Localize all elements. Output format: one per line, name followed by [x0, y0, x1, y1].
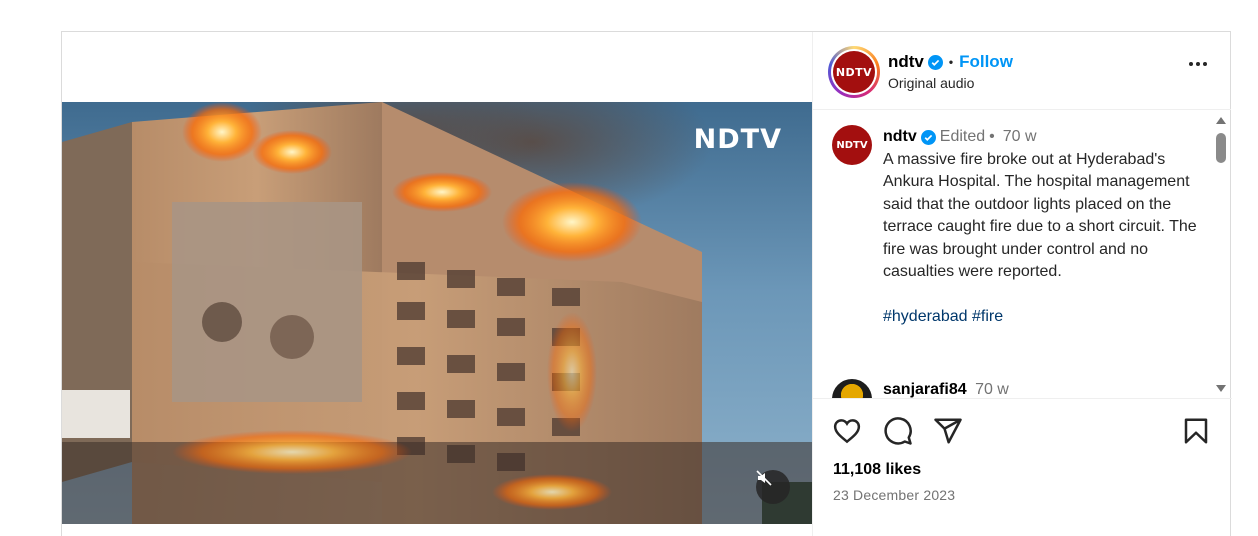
comment-age: 70 w [975, 381, 1009, 398]
caption-meta-row: ndtv Edited • 70 w [883, 126, 1213, 149]
commenter-avatar[interactable] [832, 379, 872, 398]
caption-logo-text: NDTV [836, 139, 868, 151]
scroll-thumb[interactable] [1216, 133, 1226, 163]
video-player[interactable]: NDTV [62, 102, 812, 524]
header-separator: • [948, 55, 954, 69]
post-header: NDTV ndtv • Follow Original audio [813, 32, 1231, 110]
fire-scene [62, 102, 812, 524]
logo-text: NDTV [835, 65, 873, 79]
ndtv-watermark: NDTV [693, 124, 782, 155]
media-column: NDTV [62, 32, 812, 536]
header-title-row: ndtv • Follow [888, 52, 1013, 72]
hashtag-link[interactable]: #fire [972, 308, 1003, 325]
comment-username[interactable]: sanjarafi84 [883, 381, 967, 398]
comment-icon[interactable] [883, 416, 913, 446]
action-bar: 11,108 likes 23 December 2023 [813, 398, 1232, 536]
caption: ndtv Edited • 70 w A massive fire broke … [883, 126, 1213, 328]
likes-count[interactable]: 11,108 likes [833, 461, 921, 479]
caption-separator: • [989, 128, 995, 145]
share-icon[interactable] [933, 416, 963, 446]
muted-speaker-icon[interactable] [756, 470, 790, 504]
audio-label[interactable]: Original audio [888, 75, 974, 91]
verified-badge-icon [927, 54, 943, 70]
story-avatar[interactable]: NDTV [828, 46, 880, 98]
hashtag-list: #hyderabad #fire [883, 306, 1213, 329]
comments-scrollbar[interactable] [1215, 117, 1227, 392]
ndtv-logo: NDTV [833, 51, 875, 93]
caption-text: A massive fire broke out at Hyderabad's … [883, 150, 1197, 281]
follow-button[interactable]: Follow [959, 52, 1013, 72]
more-options-icon[interactable] [1189, 62, 1207, 66]
bookmark-icon[interactable] [1181, 416, 1211, 446]
scroll-down-arrow-icon[interactable] [1216, 385, 1226, 392]
post-side-panel: NDTV ndtv • Follow Original audio NDTV n… [812, 32, 1232, 536]
verified-badge-icon [920, 129, 936, 145]
caption-avatar[interactable]: NDTV [832, 125, 872, 165]
heart-icon[interactable] [832, 416, 862, 446]
scroll-up-arrow-icon[interactable] [1216, 117, 1226, 124]
hashtag-link[interactable]: #hyderabad [883, 308, 968, 325]
header-username[interactable]: ndtv [888, 52, 924, 72]
caption-username[interactable]: ndtv [883, 126, 917, 149]
post-date[interactable]: 23 December 2023 [833, 487, 955, 503]
instagram-post: NDTV NDTV ndtv • Follow Original audio N… [61, 31, 1232, 536]
comment-row: sanjarafi84 70 w [883, 381, 1009, 398]
comments-section: NDTV ndtv Edited • 70 w A massive fire b… [813, 111, 1232, 398]
caption-age[interactable]: 70 w [1003, 126, 1037, 149]
edited-label: Edited [939, 128, 986, 145]
